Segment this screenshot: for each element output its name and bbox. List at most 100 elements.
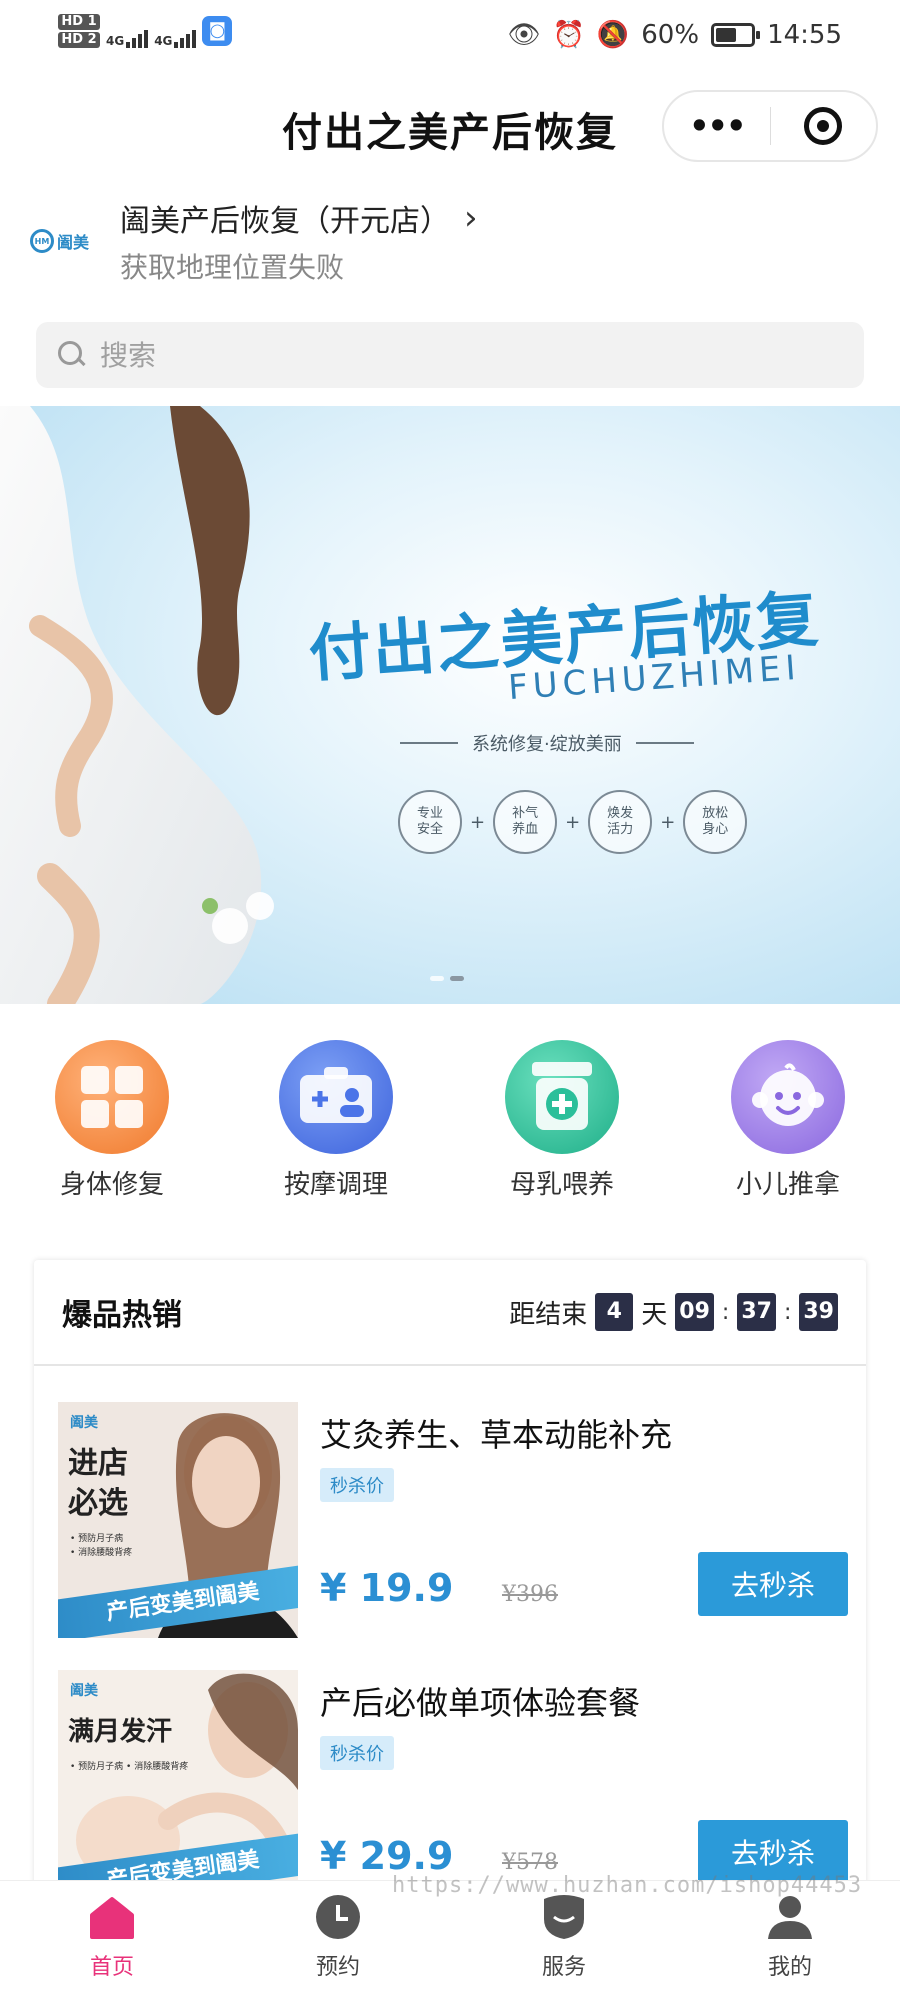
product-image-logo: 阖美 (70, 1415, 98, 1431)
signal-bars-icon (174, 30, 197, 48)
product-price: ¥ 29.9 (320, 1834, 454, 1878)
category-grid: 身体修复 按摩调理 母乳喂养 小儿推拿 (0, 1040, 900, 1200)
hd1-badge: HD 1 (58, 14, 100, 30)
banner-badge: 专业 安全 (398, 790, 462, 854)
flash-sale-button[interactable]: 去秒杀 (698, 1552, 848, 1616)
breastfeeding-icon (505, 1040, 619, 1154)
mute-bell-icon: 🔕 (596, 20, 630, 50)
tab-label: 首页 (89, 1955, 134, 1980)
network-type-2: 4G (154, 34, 173, 48)
massage-icon (279, 1040, 393, 1154)
carousel-dot[interactable] (430, 976, 444, 981)
location-status: 获取地理位置失败 (120, 251, 345, 284)
service-icon (544, 1895, 584, 1939)
plus-icon: + (565, 811, 581, 833)
banner-badge: 焕发 活力 (588, 790, 653, 854)
countdown-seconds: 39 (799, 1293, 838, 1331)
network-type-1: 4G (106, 34, 125, 48)
watermark-text: https://www.huzhan.com/ishop44453 (392, 1873, 863, 1898)
product-image-bullets: • 预防月子病 • 消除腰酸背疼 (70, 1534, 133, 1558)
category-baby-massage[interactable]: 小儿推拿 (688, 1040, 888, 1201)
chevron-right-icon: › (464, 198, 478, 238)
status-bar: HD 1 HD 2 4G 4G ◙ 👁 ⏰ 🔕 60% 14:55 (0, 0, 900, 76)
product-image-logo: 阖美 (70, 1683, 98, 1699)
banner-slogan: 系统修复·绽放美丽 (472, 734, 622, 755)
signal-bars-icon (126, 30, 149, 48)
hd2-badge: HD 2 (58, 32, 100, 48)
hot-sale-title: 爆品热销 (62, 1298, 182, 1333)
battery-icon (711, 23, 761, 47)
countdown-days-unit: 天 (641, 1299, 668, 1330)
search-bar[interactable] (36, 322, 864, 388)
app-notification-icon: ◙ (202, 16, 233, 46)
logo-circle-icon: HM (30, 229, 54, 253)
status-left: HD 1 HD 2 4G 4G ◙ (58, 14, 233, 48)
status-right: 👁 ⏰ 🔕 60% 14:55 (508, 20, 843, 50)
product-name[interactable]: 艾灸养生、草本动能补充 (320, 1410, 672, 1456)
eye-icon: 👁 (507, 20, 541, 50)
battery-fill (716, 28, 737, 42)
tab-label: 服务 (541, 1955, 586, 1980)
flash-sale-tag: 秒杀价 (320, 1736, 394, 1770)
slogan-line-right (635, 742, 694, 744)
slogan-line-left (400, 742, 458, 744)
search-icon (58, 341, 86, 369)
banner-badge: 补气 养血 (493, 790, 558, 854)
category-label: 身体修复 (59, 1170, 164, 1200)
store-text: 阖美产后恢复（开元店） › 获取地理位置失败 (120, 196, 478, 286)
store-logo-text: 阖美 (57, 233, 90, 252)
mini-program-capsule: ••• (662, 90, 878, 162)
carousel-indicator (430, 976, 464, 981)
battery-percent: 60% (641, 20, 700, 50)
product-image[interactable]: 阖美 满月发汗 • 预防月子病 • 消除腰酸背疼 产后变美到阖美 (58, 1670, 298, 1906)
clock-icon (316, 1895, 360, 1939)
search-input[interactable] (100, 338, 800, 372)
tab-profile[interactable]: 我的 (710, 1893, 870, 1981)
category-massage[interactable]: 按摩调理 (236, 1040, 436, 1201)
product-price: ¥ 19.9 (320, 1566, 454, 1610)
banner-badges: 专业 安全 + 补气 养血 + 焕发 活力 + 放松 身心 (398, 790, 748, 854)
category-label: 母乳喂养 (509, 1170, 614, 1200)
tab-home[interactable]: 首页 (32, 1893, 192, 1981)
hot-sale-header: 爆品热销 距结束 4 天 09 : 37 : 39 (34, 1260, 866, 1366)
close-button[interactable] (771, 107, 877, 145)
countdown-minutes: 37 (737, 1293, 776, 1331)
store-info[interactable]: HM 阖美 阖美产后恢复（开元店） › 获取地理位置失败 (30, 196, 850, 286)
home-icon (90, 1897, 134, 1939)
banner-badge: 放松 身心 (683, 790, 748, 854)
category-breastfeeding[interactable]: 母乳喂养 (462, 1040, 662, 1201)
banner-carousel[interactable]: 付出之美产后恢复 FUCHUZHIMEI 系统修复·绽放美丽 专业 安全 + 补… (0, 406, 900, 1004)
signal-1: 4G (106, 14, 149, 48)
product-image-title: 满月发汗 (68, 1717, 173, 1747)
banner-woman-illustration (0, 406, 274, 1004)
product-name[interactable]: 产后必做单项体验套餐 (320, 1678, 640, 1724)
product-item[interactable]: 阖美 进店 必选 • 预防月子病 • 消除腰酸背疼 产后变美到阖美 艾灸养生、草… (58, 1402, 848, 1638)
product-item[interactable]: 阖美 满月发汗 • 预防月子病 • 消除腰酸背疼 产后变美到阖美 产后必做单项体… (58, 1670, 848, 1906)
tab-booking[interactable]: 预约 (258, 1893, 418, 1981)
more-button[interactable]: ••• (664, 107, 770, 145)
plus-icon: + (470, 811, 486, 833)
product-image-title: 进店 必选 (68, 1446, 128, 1521)
baby-massage-icon (731, 1040, 845, 1154)
clock-time: 14:55 (767, 20, 842, 50)
carousel-dot-active[interactable] (450, 976, 464, 981)
countdown: 距结束 4 天 09 : 37 : 39 (509, 1293, 838, 1331)
alarm-icon: ⏰ (552, 20, 585, 50)
countdown-separator: : (721, 1299, 730, 1325)
flash-sale-tag: 秒杀价 (320, 1468, 394, 1502)
signal-2: 4G (154, 14, 197, 48)
banner-slogan-row: 系统修复·绽放美丽 (400, 730, 694, 756)
profile-icon (768, 1896, 812, 1939)
product-image[interactable]: 阖美 进店 必选 • 预防月子病 • 消除腰酸背疼 产后变美到阖美 (58, 1402, 298, 1638)
target-close-icon (804, 107, 843, 145)
countdown-days: 4 (595, 1293, 634, 1331)
bottom-tab-bar: 首页 预约 服务 我的 https://www.huzhan.com/ishop… (0, 1873, 900, 2000)
body-repair-icon (55, 1040, 169, 1154)
store-name-row[interactable]: 阖美产后恢复（开元店） › (120, 196, 478, 240)
tab-service[interactable]: 服务 (484, 1893, 644, 1981)
tab-label: 预约 (315, 1955, 360, 1980)
product-image-bullets: • 预防月子病 • 消除腰酸背疼 (70, 1762, 189, 1772)
category-body-repair[interactable]: 身体修复 (12, 1040, 212, 1201)
product-original-price: ¥578 (502, 1850, 558, 1875)
plus-icon: + (660, 811, 676, 833)
